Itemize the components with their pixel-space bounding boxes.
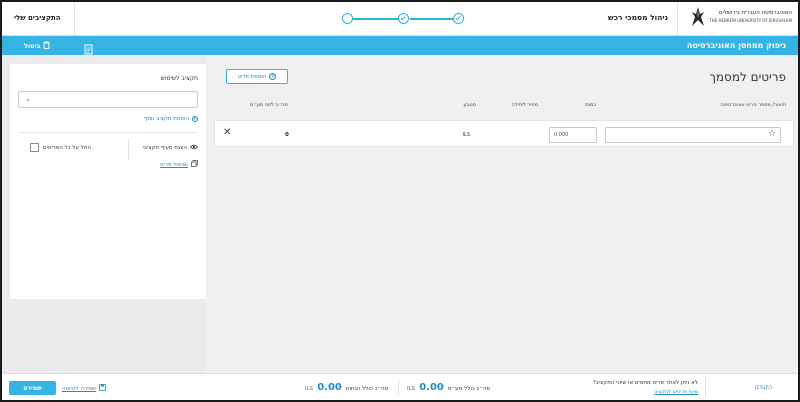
- trash-icon: [43, 40, 51, 51]
- plus-circle-icon: +: [269, 73, 277, 80]
- column-header-currency: מטבע: [463, 102, 476, 108]
- change-items-link[interactable]: שינוי פריטים לתקציב: [654, 389, 698, 395]
- column-header-item: תיאור/ מספר פריט אוניברסיטה: [720, 102, 786, 108]
- show-budget-items-button[interactable]: הצגת סעיף תקציבי: [142, 144, 199, 152]
- column-header-unit-price: מחיר ליחידה: [511, 102, 538, 108]
- total-with-discounts-currency: ILS: [305, 386, 314, 392]
- budget-panel: תקציב לשימוש ⌄ + הוספת תקציב נוסף הצגת ס…: [10, 64, 206, 299]
- total-with-discounts-label: סה״כ כולל הנחות: [345, 386, 389, 392]
- total-with-discounts: סה״כ כולל הנחות 0.00 ILS: [305, 382, 388, 393]
- logo-english: THE HEBREW UNIVERSITY OF JERUSALEM: [709, 18, 792, 23]
- close-icon[interactable]: ✕: [223, 127, 231, 138]
- star-icon[interactable]: ☆: [768, 129, 776, 139]
- university-logo: האוניברסיטה העברית בירושלים THE HEBREW U…: [691, 6, 792, 28]
- copy-item-label: שכפול פריט: [160, 161, 188, 168]
- column-header-quantity: כמות: [585, 102, 596, 108]
- step-3-circle: [342, 13, 353, 24]
- row-total: 0: [285, 132, 289, 138]
- plus-circle-icon: +: [192, 116, 198, 122]
- total-with-vat-value: 0.00: [419, 382, 444, 393]
- checkbox-box[interactable]: [30, 143, 39, 152]
- help-question: לא ניתן לאתר פריט מתאים או שינוי התקציב?: [592, 380, 698, 386]
- item-search-input[interactable]: ☆: [605, 127, 781, 143]
- step-2-check-icon: [398, 13, 409, 24]
- step-1-check-icon: [453, 13, 464, 24]
- show-budget-items-label: הצגת סעיף תקציבי: [142, 145, 187, 151]
- top-header: האוניברסיטה העברית בירושלים THE HEBREW U…: [2, 2, 798, 36]
- apply-to-all-checkbox[interactable]: החל על כל הפריטים: [30, 143, 91, 152]
- items-title: פריטים למסמך: [709, 70, 786, 84]
- save-draft-label: שמירה לטיוטה: [62, 385, 96, 392]
- currency-value: ILS: [462, 132, 470, 138]
- copy-icon: [191, 160, 198, 169]
- eye-icon: [189, 144, 199, 152]
- add-budget-label: הוספת תקציב נוסף: [143, 116, 189, 122]
- apply-to-all-label: החל על כל הפריטים: [43, 144, 91, 151]
- total-with-vat: סה״כ כולל מע״מ 0.00 ILS: [407, 382, 490, 393]
- document-icon[interactable]: [84, 40, 94, 59]
- budget-label: תקציב לשימוש: [160, 75, 198, 82]
- action-bar: ניפוק ממחסן האוניברסיטה ביטול: [2, 36, 798, 55]
- table-row: ☆ 0.000 ILS 0 ✕: [214, 120, 794, 147]
- add-budget-button[interactable]: + הוספת תקציב נוסף: [144, 116, 198, 122]
- total-with-vat-label: סה״כ כולל מע״מ: [447, 386, 491, 392]
- my-budgets-link[interactable]: התקציבים שלי: [14, 14, 61, 22]
- quantity-input[interactable]: 0.000: [549, 127, 597, 143]
- add-item-button[interactable]: + הוספת פריט: [226, 69, 288, 84]
- add-item-label: הוספת פריט: [237, 73, 267, 80]
- logo-hebrew: האוניברסיטה העברית בירושלים: [718, 10, 792, 16]
- previous-button[interactable]: הקודם: [755, 384, 772, 391]
- progress-stepper: [342, 13, 464, 25]
- document-type-title: ניפוק ממחסן האוניברסיטה: [686, 41, 786, 50]
- save-button[interactable]: שמירה: [9, 381, 56, 395]
- total-with-discounts-value: 0.00: [317, 382, 342, 393]
- save-draft-icon: [98, 384, 106, 393]
- save-draft-link[interactable]: שמירה לטיוטה: [62, 384, 106, 393]
- column-header-total: סה״כ לפני מע״מ: [250, 102, 288, 108]
- items-section: פריטים למסמך + הוספת פריט תיאור/ מספר פר…: [206, 57, 798, 373]
- budget-select[interactable]: ⌄: [18, 91, 198, 108]
- huji-logo-icon: [691, 6, 705, 28]
- chevron-down-icon: ⌄: [25, 95, 31, 103]
- cancel-button[interactable]: ביטול: [24, 40, 51, 51]
- cancel-label: ביטול: [24, 42, 41, 50]
- total-with-vat-currency: ILS: [407, 386, 416, 392]
- footer-bar: הקודם לא ניתן לאתר פריט מתאים או שינוי ה…: [2, 373, 798, 400]
- page-title: ניהול מסמכי רכש: [608, 13, 668, 22]
- copy-item-link[interactable]: שכפול פריט: [160, 160, 198, 169]
- page-frame: האוניברסיטה העברית בירושלים THE HEBREW U…: [0, 0, 800, 402]
